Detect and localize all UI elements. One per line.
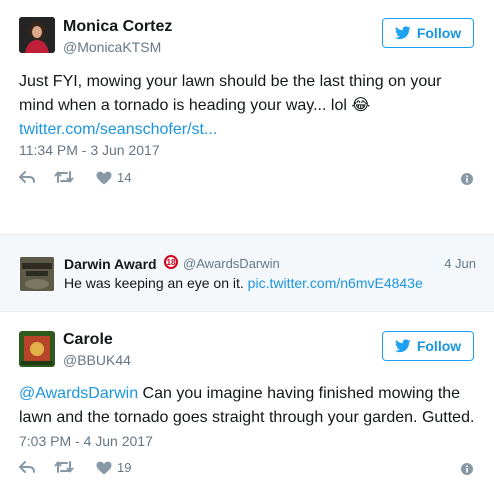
tweet-link[interactable]: twitter.com/seanschofer/st... (19, 121, 217, 138)
follow-button[interactable]: Follow (382, 331, 474, 361)
like-button[interactable]: 19 (96, 460, 131, 475)
author-handle[interactable]: @BBUK44 (63, 352, 131, 368)
quoted-author-name[interactable]: Darwin Award (64, 256, 157, 272)
reply-button[interactable] (19, 460, 35, 474)
like-count: 19 (117, 460, 132, 475)
laughing-emoji: 😂 (351, 97, 371, 114)
retweet-icon (54, 171, 74, 183)
like-count: 14 (117, 170, 132, 185)
heart-icon (96, 171, 112, 184)
author-name[interactable]: Monica Cortez (63, 18, 172, 36)
author-name[interactable]: Carole (63, 331, 113, 349)
author-handle[interactable]: @MonicaKTSM (63, 39, 161, 55)
quoted-link[interactable]: pic.twitter.com/n6mvE4843e (248, 275, 423, 291)
follow-label: Follow (416, 338, 462, 354)
tweet-monica: Monica Cortez @MonicaKTSM Follow Just FY… (0, 0, 494, 206)
like-button[interactable]: 14 (96, 170, 131, 185)
quoted-tweet[interactable]: Darwin Award 18 @AwardsDarwin 4 Jun He w… (0, 234, 494, 312)
quoted-author-handle[interactable]: @AwardsDarwin (183, 256, 280, 271)
twitter-bird-icon (394, 339, 411, 353)
tweet-body: Just FYI, mowing your lawn should be the… (19, 73, 442, 114)
info-icon[interactable] (461, 462, 473, 480)
thread-gap (0, 206, 494, 234)
retweet-button[interactable] (54, 460, 74, 474)
avatar[interactable] (19, 17, 55, 53)
tweet-timestamp[interactable]: 7:03 PM - 4 Jun 2017 (19, 433, 153, 449)
quoted-body: He was keeping an eye on it. (64, 275, 244, 291)
mention-link[interactable]: @AwardsDarwin (19, 385, 138, 402)
age-restriction-badge: 18 (164, 255, 178, 269)
quoted-date[interactable]: 4 Jun (444, 256, 476, 271)
tweet-timestamp[interactable]: 11:34 PM - 3 Jun 2017 (19, 142, 160, 158)
quoted-text: He was keeping an eye on it. pic.twitter… (64, 275, 423, 291)
reply-icon (19, 461, 35, 473)
embedded-tweet-thread: Monica Cortez @MonicaKTSM Follow Just FY… (0, 0, 494, 493)
tweet-text: Just FYI, mowing your lawn should be the… (19, 70, 459, 142)
retweet-button[interactable] (54, 170, 74, 184)
twitter-bird-icon (394, 26, 411, 40)
quoted-avatar[interactable] (20, 257, 54, 291)
reply-icon (19, 171, 35, 183)
retweet-icon (54, 461, 74, 473)
follow-label: Follow (416, 25, 462, 41)
info-icon[interactable] (461, 172, 473, 190)
tweet-carole: Carole @BBUK44 Follow @AwardsDarwin Can … (0, 312, 494, 493)
follow-button[interactable]: Follow (382, 18, 474, 48)
avatar[interactable] (19, 331, 55, 367)
reply-button[interactable] (19, 170, 35, 184)
heart-icon (96, 461, 112, 474)
tweet-text: @AwardsDarwin Can you imagine having fin… (19, 382, 479, 430)
